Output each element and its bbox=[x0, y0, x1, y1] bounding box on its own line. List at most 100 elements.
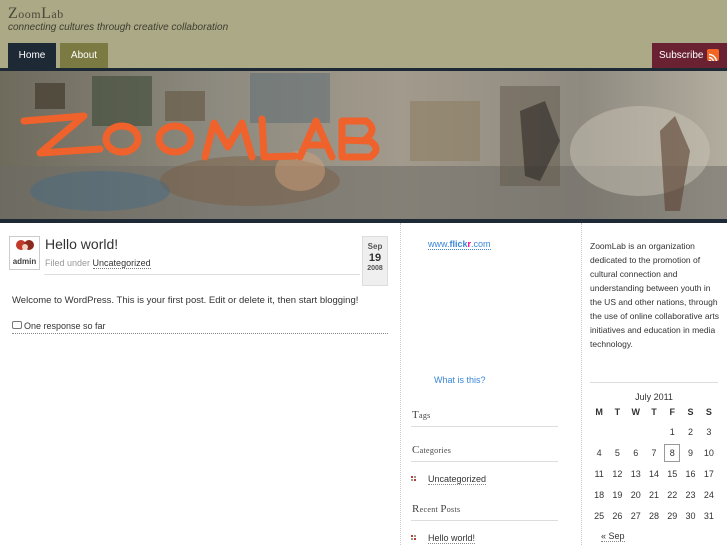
calendar-day-number: 17 bbox=[703, 468, 714, 479]
calendar-day-number: 29 bbox=[667, 510, 678, 521]
post-meta: Filed under Uncategorized bbox=[45, 258, 151, 269]
calendar-day: 13 bbox=[627, 463, 645, 484]
calendar-day-number: 4 bbox=[596, 447, 602, 458]
calendar-day: 7 bbox=[645, 442, 663, 463]
calendar-week-row: 18 19 20 21 22 23 24 bbox=[590, 484, 718, 505]
recent-posts-divider bbox=[411, 520, 558, 521]
tags-divider bbox=[411, 426, 558, 427]
filed-under-label: Filed under bbox=[45, 258, 91, 268]
calendar-day: 4 bbox=[590, 442, 608, 463]
calendar-empty-day bbox=[645, 421, 663, 442]
calendar-day: 5 bbox=[608, 442, 626, 463]
calendar-day-number: 19 bbox=[612, 489, 623, 500]
calendar-day-number: 26 bbox=[612, 510, 623, 521]
calendar-day: 31 bbox=[700, 505, 718, 526]
categories-divider bbox=[411, 461, 558, 462]
calendar-day-number: 28 bbox=[648, 510, 659, 521]
nav-tab-about[interactable]: About bbox=[60, 43, 108, 68]
calendar-day-number: 23 bbox=[685, 489, 696, 500]
post-category-link[interactable]: Uncategorized bbox=[92, 258, 151, 269]
post-title[interactable]: Hello world! bbox=[45, 236, 118, 252]
calendar-day-number: 10 bbox=[703, 447, 714, 458]
nav-tab-home[interactable]: Home bbox=[8, 43, 56, 68]
calendar-day: 27 bbox=[627, 505, 645, 526]
weekday-header: T bbox=[651, 407, 657, 417]
calendar-day: 2 bbox=[681, 421, 699, 442]
subscribe-button[interactable]: Subscribe bbox=[652, 43, 727, 68]
weekday-header: S bbox=[687, 407, 694, 417]
calendar-week-row: 1 2 3 bbox=[590, 421, 718, 442]
post-divider bbox=[12, 333, 388, 334]
calendar-week-row: 4 5 6 7 8 9 10 bbox=[590, 442, 718, 463]
calendar-day-number: 13 bbox=[630, 468, 641, 479]
calendar-day-number: 30 bbox=[685, 510, 696, 521]
calendar-day-number: 8 bbox=[664, 443, 681, 462]
site-title[interactable]: ZoomLab bbox=[8, 5, 64, 23]
calendar-day-number: 20 bbox=[630, 489, 641, 500]
what-is-this-link[interactable]: What is this? bbox=[434, 375, 486, 385]
date-month: Sep bbox=[367, 242, 383, 251]
column-divider-right bbox=[581, 223, 582, 545]
calendar-day-number: 27 bbox=[630, 510, 641, 521]
calendar-divider bbox=[590, 382, 718, 383]
tags-heading: Tags bbox=[412, 409, 431, 421]
calendar-day-number: 31 bbox=[703, 510, 714, 521]
weekday-header: F bbox=[669, 407, 676, 417]
calendar-day: 25 bbox=[590, 505, 608, 526]
avatar-image bbox=[16, 240, 34, 250]
calendar-day-number: 14 bbox=[648, 468, 659, 479]
calendar-empty-day bbox=[627, 421, 645, 442]
calendar-day: 6 bbox=[627, 442, 645, 463]
calendar-day: 15 bbox=[663, 463, 681, 484]
recent-posts-heading: Recent Posts bbox=[412, 503, 461, 515]
rss-icon bbox=[707, 49, 719, 61]
date-year: 2008 bbox=[367, 265, 383, 272]
calendar-day: 9 bbox=[681, 442, 699, 463]
categories-heading: Categories bbox=[412, 444, 452, 456]
calendar-empty-day bbox=[608, 421, 626, 442]
calendar-day-number: 6 bbox=[633, 447, 639, 458]
calendar-week-row: 11 12 13 14 15 16 17 bbox=[590, 463, 718, 484]
calendar-day-number: 16 bbox=[685, 468, 696, 479]
calendar-day: 22 bbox=[663, 484, 681, 505]
calendar-day: 19 bbox=[608, 484, 626, 505]
calendar-day: 29 bbox=[663, 505, 681, 526]
calendar-empty-day bbox=[590, 421, 608, 442]
post-title-divider bbox=[44, 274, 360, 275]
weekday-header: W bbox=[631, 407, 640, 417]
calendar-day: 3 bbox=[700, 421, 718, 442]
weekday-header: T bbox=[614, 407, 621, 417]
calendar-day: 26 bbox=[608, 505, 626, 526]
calendar-week-row: 25 26 27 28 29 30 31 bbox=[590, 505, 718, 526]
subscribe-label: Subscribe bbox=[659, 50, 704, 61]
calendar-day-number: 15 bbox=[667, 468, 678, 479]
calendar-day-number: 5 bbox=[614, 447, 620, 458]
comments-label: One response so far bbox=[24, 321, 106, 331]
calendar-day: 12 bbox=[608, 463, 626, 484]
about-widget-text: ZoomLab is an organization dedicated to … bbox=[590, 241, 719, 349]
calendar-day-number: 3 bbox=[706, 426, 712, 437]
flickr-link[interactable]: www.flickr.com bbox=[428, 239, 491, 250]
recent-post-bullet-icon bbox=[411, 535, 417, 541]
header-banner-image bbox=[0, 71, 727, 219]
category-link-uncategorized[interactable]: Uncategorized bbox=[428, 474, 487, 485]
calendar-day-number: 12 bbox=[612, 468, 623, 479]
comment-icon bbox=[12, 321, 22, 329]
calendar-day-number: 22 bbox=[667, 489, 678, 500]
weekday-header: M bbox=[595, 407, 603, 417]
recent-post-link[interactable]: Hello world! bbox=[428, 533, 476, 544]
calendar-day: 10 bbox=[700, 442, 718, 463]
calendar-day: 23 bbox=[681, 484, 699, 505]
calendar-prev-month-link[interactable]: « Sep bbox=[601, 531, 625, 542]
calendar-day: 21 bbox=[645, 484, 663, 505]
comments-link[interactable]: One response so far bbox=[12, 321, 106, 331]
calendar-weekday-row: M T W T F S S bbox=[590, 403, 718, 421]
calendar-day-number: 21 bbox=[648, 489, 659, 500]
author-avatar[interactable]: admin bbox=[9, 236, 40, 270]
calendar-day: 30 bbox=[681, 505, 699, 526]
weekday-header: S bbox=[705, 407, 712, 417]
calendar-day-number: 9 bbox=[688, 447, 694, 458]
calendar-day: 18 bbox=[590, 484, 608, 505]
calendar-day-number: 25 bbox=[594, 510, 605, 521]
flickr-logo: flickr bbox=[449, 239, 472, 249]
